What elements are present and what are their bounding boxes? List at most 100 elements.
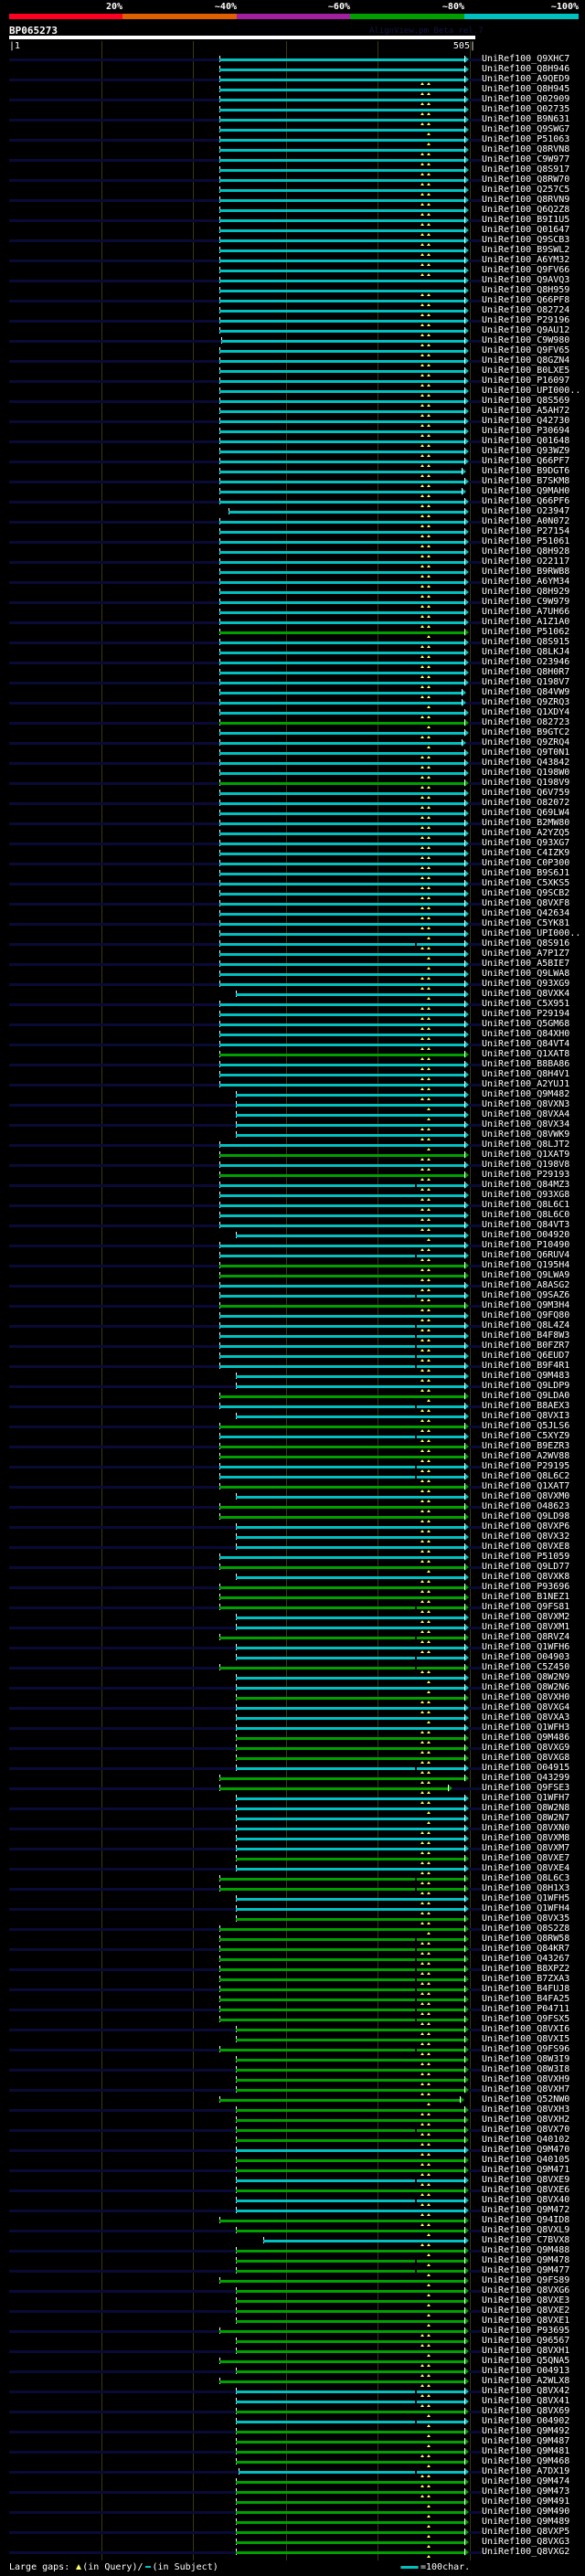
subject-id-link[interactable]: UniRef100_B9SWL2 [482,245,569,255]
subject-id-link[interactable]: UniRef100_Q198V8 [482,1160,569,1170]
subject-id-link[interactable]: UniRef100_Q9M483 [482,1371,569,1381]
subject-id-link[interactable]: UniRef100_Q5QNA5 [482,2356,569,2366]
subject-id-link[interactable]: UniRef100_Q8GZN4 [482,355,569,366]
subject-id-link[interactable]: UniRef100_O04915 [482,1763,569,1773]
subject-id-link[interactable]: UniRef100_Q8VXE8 [482,1542,569,1552]
subject-id-link[interactable]: UniRef100_B9GTC2 [482,727,569,737]
subject-id-link[interactable]: UniRef100_Q257C5 [482,185,569,195]
subject-id-link[interactable]: UniRef100_Q9M470 [482,2145,569,2155]
subject-id-link[interactable]: UniRef100_A7DX19 [482,2466,569,2476]
subject-id-link[interactable]: UniRef100_A8ASG2 [482,1280,569,1290]
subject-id-link[interactable]: UniRef100_Q9FV66 [482,265,569,275]
subject-id-link[interactable]: UniRef100_O82072 [482,798,569,808]
subject-id-link[interactable]: UniRef100_Q8VX41 [482,2396,569,2406]
subject-id-link[interactable]: UniRef100_Q6Q2Z8 [482,205,569,215]
subject-id-link[interactable]: UniRef100_Q8VXG3 [482,2537,569,2547]
subject-id-link[interactable]: UniRef100_Q8VXK4 [482,989,569,999]
subject-id-link[interactable]: UniRef100_Q8VXL9 [482,2225,569,2235]
subject-id-link[interactable]: UniRef100_B7SKM8 [482,476,569,486]
subject-id-link[interactable]: UniRef100_Q66PF8 [482,295,569,305]
subject-id-link[interactable]: UniRef100_P29194 [482,1009,569,1019]
subject-id-link[interactable]: UniRef100_Q8VXA4 [482,1109,569,1119]
subject-id-link[interactable]: UniRef100_Q8VXE1 [482,2316,569,2326]
subject-id-link[interactable]: UniRef100_A1Z1A0 [482,617,569,627]
subject-id-link[interactable]: UniRef100_Q8VXK8 [482,1572,569,1582]
subject-id-link[interactable]: UniRef100_UPI000.. [482,386,580,396]
subject-id-link[interactable]: UniRef100_C4IZK9 [482,848,569,858]
subject-id-link[interactable]: UniRef100_B4F8W3 [482,1330,569,1341]
subject-id-link[interactable]: UniRef100_Q8VXF8 [482,898,569,908]
subject-id-link[interactable]: UniRef100_B4FUJ8 [482,1984,569,1994]
subject-id-link[interactable]: UniRef100_Q8VXE6 [482,2185,569,2195]
subject-id-link[interactable]: UniRef100_B4FA25 [482,1994,569,2004]
subject-id-link[interactable]: UniRef100_Q8VXE9 [482,2175,569,2185]
subject-id-link[interactable]: UniRef100_Q42634 [482,908,569,918]
subject-id-link[interactable]: UniRef100_Q8VXH9 [482,2074,569,2084]
subject-id-link[interactable]: UniRef100_Q8VXE7 [482,1853,569,1863]
subject-id-link[interactable]: UniRef100_Q9LDP9 [482,1381,569,1391]
subject-id-link[interactable]: UniRef100_Q52NW0 [482,2094,569,2104]
subject-id-link[interactable]: UniRef100_Q9FSE3 [482,1783,569,1793]
subject-id-link[interactable]: UniRef100_C9W979 [482,597,569,607]
subject-id-link[interactable]: UniRef100_Q8S2Z8 [482,1924,569,1934]
subject-id-link[interactable]: UniRef100_Q84KR7 [482,1944,569,1954]
subject-id-link[interactable]: UniRef100_Q8VXP6 [482,1521,569,1532]
subject-id-link[interactable]: UniRef100_Q9MAH0 [482,486,569,496]
subject-id-link[interactable]: UniRef100_Q9FS89 [482,2275,569,2285]
subject-id-link[interactable]: UniRef100_P10490 [482,1240,569,1250]
subject-id-link[interactable]: UniRef100_Q8VWK9 [482,1129,569,1140]
subject-id-link[interactable]: UniRef100_Q9M488 [482,2245,569,2255]
subject-id-link[interactable]: UniRef100_O23946 [482,657,569,667]
subject-id-link[interactable]: UniRef100_Q9M481 [482,2446,569,2456]
subject-id-link[interactable]: UniRef100_Q40102 [482,2135,569,2145]
subject-id-link[interactable]: UniRef100_A7UH66 [482,607,569,617]
subject-id-link[interactable]: UniRef100_Q9M487 [482,2436,569,2446]
subject-id-link[interactable]: UniRef100_Q9M490 [482,2507,569,2517]
subject-id-link[interactable]: UniRef100_Q8H945 [482,84,569,94]
subject-id-link[interactable]: UniRef100_Q93XG8 [482,1190,569,1200]
subject-id-link[interactable]: UniRef100_Q1WFH4 [482,1903,569,1913]
subject-id-link[interactable]: UniRef100_Q8VXN0 [482,1823,569,1833]
subject-id-link[interactable]: UniRef100_Q9LDA0 [482,1391,569,1401]
subject-id-link[interactable]: UniRef100_Q8W2N8 [482,1803,569,1813]
subject-id-link[interactable]: UniRef100_Q1XAT8 [482,1049,569,1059]
subject-id-link[interactable]: UniRef100_O04913 [482,2366,569,2376]
subject-id-link[interactable]: UniRef100_Q8L6C1 [482,1200,569,1210]
subject-id-link[interactable]: UniRef100_A2WLX8 [482,2376,569,2386]
subject-id-link[interactable]: UniRef100_O04902 [482,2416,569,2426]
subject-id-link[interactable]: UniRef100_Q8VXM1 [482,1622,569,1632]
subject-id-link[interactable]: UniRef100_Q69LW4 [482,808,569,818]
subject-id-link[interactable]: UniRef100_B8BA86 [482,1059,569,1069]
subject-id-link[interactable]: UniRef100_Q9SCB2 [482,888,569,898]
subject-id-link[interactable]: UniRef100_P93696 [482,1582,569,1592]
subject-id-link[interactable]: UniRef100_Q8W3I9 [482,2054,569,2064]
subject-id-link[interactable]: UniRef100_P16097 [482,376,569,386]
subject-id-link[interactable]: UniRef100_Q93XG7 [482,838,569,848]
subject-id-link[interactable]: UniRef100_Q9FQ80 [482,1310,569,1320]
subject-id-link[interactable]: UniRef100_Q84VT4 [482,1039,569,1049]
subject-id-link[interactable]: UniRef100_Q8RVZ4 [482,1632,569,1642]
subject-id-link[interactable]: UniRef100_Q93XG9 [482,979,569,989]
subject-id-link[interactable]: UniRef100_B7ZXA3 [482,1974,569,1984]
subject-id-link[interactable]: UniRef100_Q8VX42 [482,2386,569,2396]
subject-id-link[interactable]: UniRef100_Q8VXG9 [482,1743,569,1753]
subject-id-link[interactable]: UniRef100_Q9M492 [482,2426,569,2436]
subject-id-link[interactable]: UniRef100_Q42730 [482,416,569,426]
subject-id-link[interactable]: UniRef100_Q8S917 [482,164,569,175]
subject-id-link[interactable]: UniRef100_Q9M482 [482,1089,569,1099]
subject-id-link[interactable]: UniRef100_C5XKS5 [482,878,569,888]
subject-id-link[interactable]: UniRef100_Q8VXH1 [482,2346,569,2356]
subject-id-link[interactable]: UniRef100_Q84MZ3 [482,1180,569,1190]
subject-id-link[interactable]: UniRef100_Q9M3H4 [482,1300,569,1310]
subject-id-link[interactable]: UniRef100_C7BVX8 [482,2235,569,2245]
subject-id-link[interactable]: UniRef100_Q8VXE4 [482,1863,569,1873]
subject-id-link[interactable]: UniRef100_Q8LKJ4 [482,647,569,657]
subject-id-link[interactable]: UniRef100_O82723 [482,717,569,727]
subject-id-link[interactable]: UniRef100_Q8VXM7 [482,1843,569,1853]
subject-id-link[interactable]: UniRef100_Q8VXM8 [482,1833,569,1843]
subject-id-link[interactable]: UniRef100_Q8LJT2 [482,1140,569,1150]
subject-id-link[interactable]: UniRef100_Q8VX70 [482,2125,569,2135]
subject-id-link[interactable]: UniRef100_Q1WFH3 [482,1723,569,1733]
subject-id-link[interactable]: UniRef100_C5X951 [482,999,569,1009]
subject-id-link[interactable]: UniRef100_B8AEX3 [482,1401,569,1411]
